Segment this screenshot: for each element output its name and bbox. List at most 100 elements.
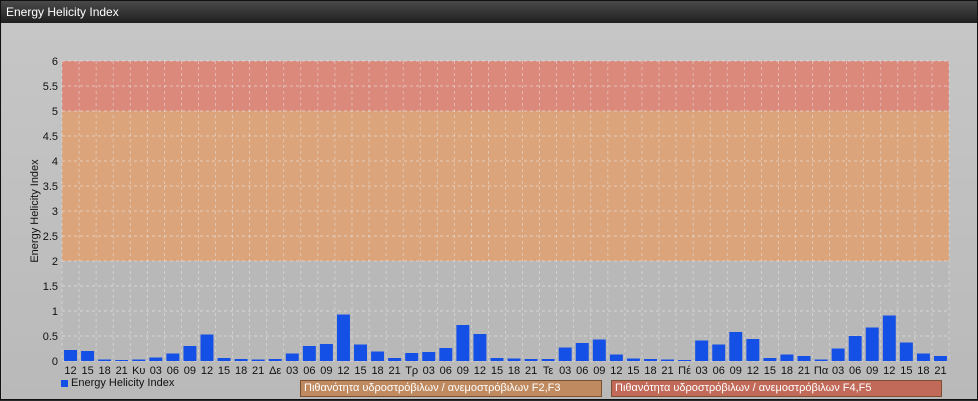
x-tick-label: 21: [389, 365, 401, 377]
bar: [644, 359, 657, 361]
bar: [763, 358, 777, 361]
x-tick-label: 15: [354, 365, 366, 377]
bar: [64, 350, 78, 361]
x-tick-label: Κυ: [132, 365, 145, 377]
x-tick-label: 15: [627, 365, 639, 377]
x-tick-label: 03: [286, 365, 298, 377]
x-tick-label: 03: [832, 365, 844, 377]
y-tick-label: 4.5: [43, 131, 58, 143]
chart-window: Energy Helicity Index 0 0.5 1 1.5 2 2.5 3 3.5 4 4…: [0, 0, 978, 400]
bar: [217, 358, 231, 361]
y-tick-label: 1.5: [43, 281, 58, 293]
bar: [302, 346, 316, 361]
bar: [848, 336, 862, 361]
x-tick-label: 12: [201, 365, 213, 377]
y-tick-label: 2.5: [43, 231, 58, 243]
bar: [183, 346, 197, 361]
bar: [166, 353, 180, 361]
y-tick-label: 1: [52, 306, 58, 318]
x-tick-label: 18: [235, 365, 247, 377]
bar: [115, 360, 129, 361]
y-tick-label: 6: [52, 56, 58, 68]
y-tick-label: 3: [52, 206, 58, 218]
x-tick-label: 09: [184, 365, 196, 377]
x-tick-label: 06: [713, 365, 725, 377]
bar: [388, 358, 402, 361]
bar: [916, 353, 930, 361]
zone-f4f5-label: Πιθανότητα υδροστρόβιλων / ανεμοστρόβιλω…: [611, 380, 942, 397]
bar: [354, 344, 367, 361]
bar: [371, 351, 385, 361]
y-tick-label: 4: [52, 156, 58, 168]
x-tick-label: 21: [661, 365, 673, 377]
bar: [678, 360, 692, 361]
bar: [251, 359, 265, 361]
energy-helicity-chart: 0 0.5 1 1.5 2 2.5 3 3.5 4 4.5 5 5.5 6 12 15 18 21 Κυ 03 06…: [29, 56, 950, 377]
x-tick-label: 15: [900, 365, 912, 377]
bar: [575, 343, 589, 361]
x-tick-label: 09: [866, 365, 878, 377]
bar: [98, 359, 112, 361]
bar: [933, 356, 947, 361]
bar: [524, 359, 538, 361]
x-tick-label: 12: [337, 365, 349, 377]
bar: [132, 359, 146, 361]
x-tick-label: 15: [764, 365, 776, 377]
bar: [712, 344, 726, 361]
y-tick-label: 0: [52, 356, 58, 368]
zone-f2f3-label: Πιθανότητα υδροστρόβιλων / ανεμοστρόβιλω…: [300, 380, 602, 397]
x-tick-label: 03: [150, 365, 162, 377]
legend-swatch: [61, 379, 68, 387]
x-tick-label: 12: [64, 365, 76, 377]
x-tick-label: 06: [576, 365, 588, 377]
x-tick-label: 21: [934, 365, 946, 377]
x-tick-label: Τρ: [405, 365, 418, 377]
bar: [797, 356, 811, 361]
bar: [780, 354, 794, 361]
bar: [661, 359, 675, 361]
y-tick-label: 0.5: [43, 331, 58, 343]
x-tick-label: Πα: [814, 365, 829, 377]
bar: [234, 359, 248, 361]
bar: [405, 353, 419, 361]
x-tick-label: 12: [610, 365, 622, 377]
x-tick-label: 15: [81, 365, 93, 377]
x-tick-label: 06: [303, 365, 315, 377]
bar: [695, 340, 709, 361]
bar: [285, 353, 299, 361]
x-tick-label: 12: [474, 365, 486, 377]
x-tick-label: 03: [423, 365, 435, 377]
bar: [319, 344, 333, 361]
bar: [729, 332, 743, 361]
bar: [626, 358, 640, 361]
y-axis-label: Energy Helicity Index: [29, 159, 41, 263]
bar: [899, 342, 913, 361]
x-tick-label: Τε: [543, 365, 554, 377]
x-tick-label: 18: [917, 365, 929, 377]
bar: [592, 339, 606, 361]
bar: [456, 325, 470, 361]
x-tick-label: 03: [696, 365, 708, 377]
x-tick-label: 09: [320, 365, 332, 377]
x-tick-labels: 12 15 18 21 Κυ 03 06 09 12 15 18 21 Δε 03 06 09 12 15 18 21…: [64, 365, 946, 377]
bar: [746, 339, 760, 361]
x-tick-label: 18: [99, 365, 111, 377]
y-tick-labels: 0 0.5 1 1.5 2 2.5 3 3.5 4 4.5 5 5.5 6: [43, 56, 58, 368]
x-tick-label: 06: [440, 365, 452, 377]
bar: [473, 334, 487, 361]
bar: [336, 314, 350, 361]
legend-series-label: Energy Helicity Index: [71, 377, 175, 389]
bar: [882, 315, 896, 361]
x-tick-label: 06: [849, 365, 861, 377]
x-tick-label: 12: [883, 365, 895, 377]
bar: [81, 351, 95, 361]
bar: [200, 334, 214, 361]
x-tick-label: 18: [508, 365, 520, 377]
bar: [865, 327, 879, 361]
bar: [490, 358, 504, 361]
bar: [268, 359, 282, 361]
legend: Energy Helicity Index: [61, 377, 174, 389]
bar: [541, 359, 555, 361]
x-tick-label: 09: [457, 365, 469, 377]
bar: [507, 358, 521, 361]
